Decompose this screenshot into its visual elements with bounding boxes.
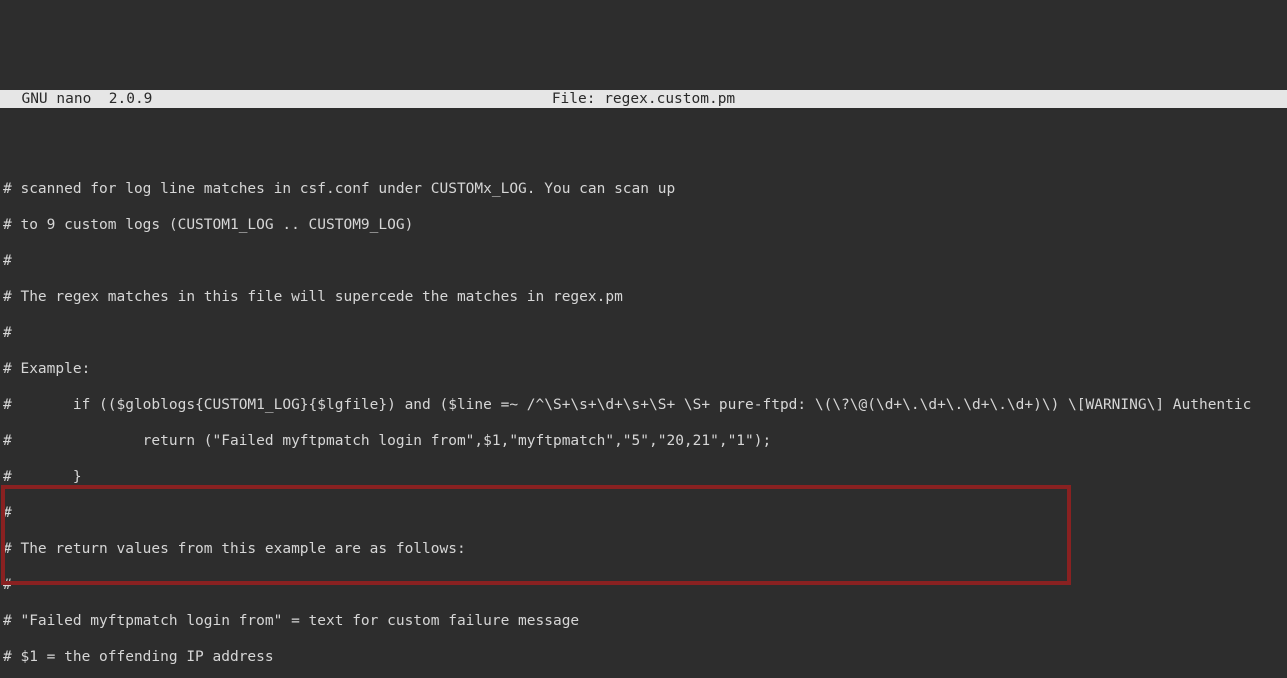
- nano-title-right: [857, 90, 1283, 108]
- code-line: # }: [3, 468, 1284, 486]
- code-line: # "Failed myftpmatch login from" = text …: [3, 612, 1284, 630]
- code-line: # to 9 custom logs (CUSTOM1_LOG .. CUSTO…: [3, 216, 1284, 234]
- nano-titlebar: GNU nano 2.0.9 File: regex.custom.pm: [0, 90, 1287, 108]
- code-line: #: [3, 576, 1284, 594]
- code-line: #: [3, 324, 1284, 342]
- code-line: # Example:: [3, 360, 1284, 378]
- nano-title-center: File: regex.custom.pm: [430, 90, 856, 108]
- nano-title-left: GNU nano 2.0.9: [4, 90, 430, 108]
- code-line: # return ("Failed myftpmatch login from"…: [3, 432, 1284, 450]
- code-line: # $1 = the offending IP address: [3, 648, 1284, 666]
- code-line: # The regex matches in this file will su…: [3, 288, 1284, 306]
- code-line: # scanned for log line matches in csf.co…: [3, 180, 1284, 198]
- code-line: # The return values from this example ar…: [3, 540, 1284, 558]
- highlight-rectangle: [1, 485, 1071, 585]
- code-line: #: [3, 252, 1284, 270]
- editor-content[interactable]: # scanned for log line matches in csf.co…: [0, 144, 1287, 678]
- code-line: #: [3, 504, 1284, 522]
- code-line: # if (($globlogs{CUSTOM1_LOG}{$lgfile}) …: [3, 396, 1284, 414]
